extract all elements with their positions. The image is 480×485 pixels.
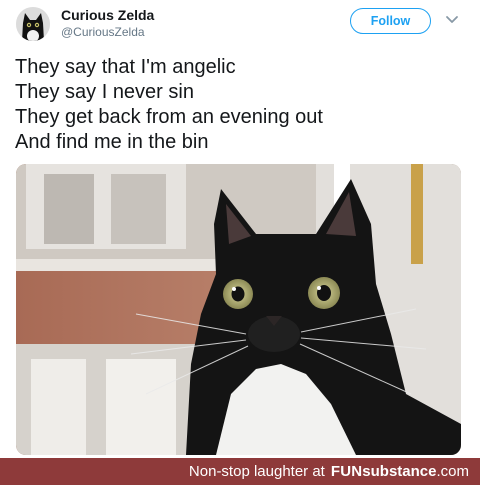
display-name[interactable]: Curious Zelda: [61, 7, 154, 23]
tweet-text: They say that I'm angelic They say I nev…: [15, 55, 323, 155]
brand-suffix: .com: [436, 463, 469, 480]
tweet-card: Curious Zelda @CuriousZelda Follow They …: [0, 0, 480, 458]
chevron-down-icon[interactable]: [444, 14, 460, 26]
avatar[interactable]: [16, 7, 50, 41]
user-handle[interactable]: @CuriousZelda: [61, 25, 145, 39]
watermark-footer: Non-stop laughter at FUN substance .com: [0, 458, 480, 485]
tweet-photo[interactable]: [16, 164, 461, 455]
brand-main: substance: [362, 463, 437, 480]
tweet-text-line: They get back from an evening out: [15, 106, 323, 128]
footer-caption: Non-stop laughter at: [188, 463, 325, 480]
tweet-text-line: They say I never sin: [15, 81, 194, 103]
follow-button[interactable]: Follow: [350, 8, 431, 34]
tweet-text-line: They say that I'm angelic: [15, 56, 236, 78]
cat-avatar-image: [16, 7, 50, 41]
tweet-text-line: And find me in the bin: [15, 131, 209, 153]
brand-prefix: FUN: [330, 463, 363, 480]
cat-photo: [16, 164, 461, 455]
